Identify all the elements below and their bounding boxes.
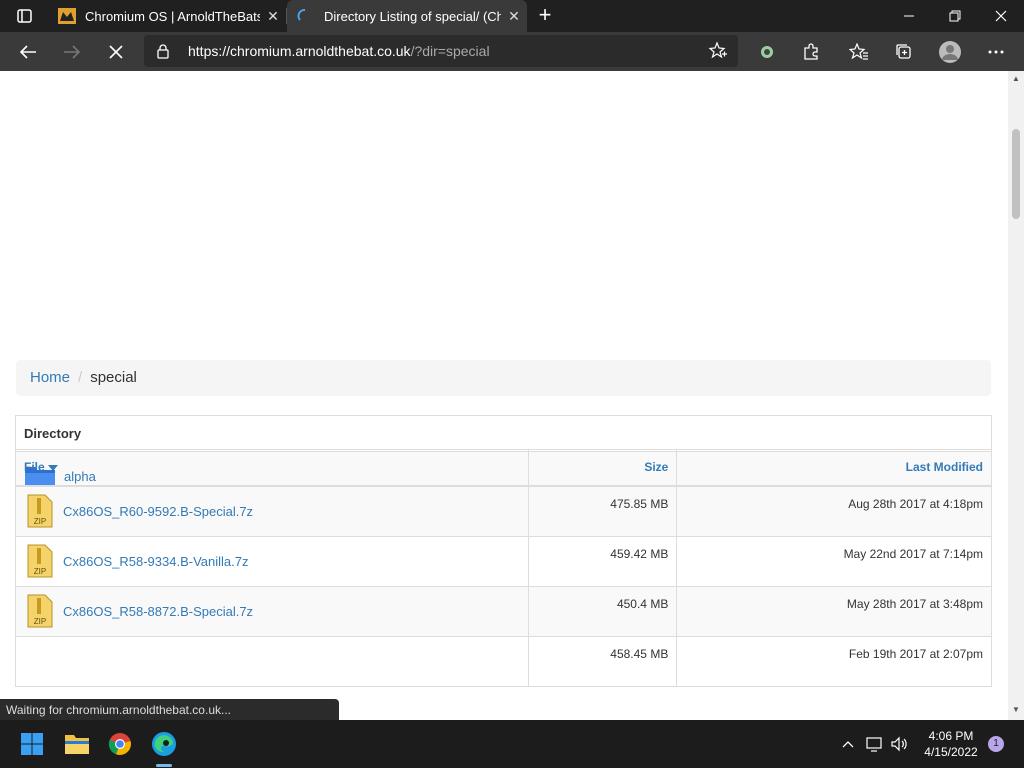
file-size: 475.85 MB (528, 485, 678, 537)
tab-close-icon[interactable]: ✕ (260, 8, 286, 25)
file-link[interactable]: Cx86OS_R58-9334.B-Vanilla.7z (63, 554, 248, 569)
more-menu-icon[interactable] (983, 39, 1009, 65)
chrome-icon[interactable] (104, 728, 136, 760)
table-row[interactable]: ZIP Cx86OS_R60-9592.B-Special.7z 475.85 M… (14, 485, 992, 537)
file-modified: Aug 28th 2017 at 4:18pm (676, 485, 992, 537)
sort-desc-icon[interactable] (48, 460, 59, 474)
edge-icon[interactable] (148, 728, 180, 760)
clock-date: 4/15/2022 (924, 745, 978, 759)
scroll-up-icon[interactable]: ▲ (1012, 75, 1020, 83)
table-row[interactable]: ZIP Cx86OS_R58-8872.B-Special.7z 450.4 MB… (14, 585, 992, 637)
tab-chromium-os[interactable]: Chromium OS | ArnoldTheBats W ✕ (48, 0, 286, 32)
scroll-thumb[interactable] (1012, 129, 1020, 219)
forward-arrow-icon[interactable] (59, 39, 85, 65)
url-text[interactable]: https://chromium.arnoldthebat.co.uk/?dir… (188, 43, 490, 59)
stop-loading-icon[interactable] (103, 39, 129, 65)
extensions-puzzle-icon[interactable] (798, 39, 824, 65)
system-clock[interactable]: 4:06 PM 4/15/2022 (918, 728, 984, 760)
file-modified: Feb 19th 2017 at 2:07pm (676, 635, 992, 687)
tab-close-icon[interactable]: ✕ (501, 8, 527, 25)
table-row[interactable]: ZIP Cx86OS_R58-9334.B-Vanilla.7z 459.42 M… (14, 535, 992, 587)
breadcrumb: Home / special (16, 360, 991, 396)
zip-file-icon[interactable]: ZIP (27, 544, 53, 578)
file-link[interactable]: Cx86OS_R60-9592.B-Special.7z (63, 504, 253, 519)
browser-toolbar: https://chromium.arnoldthebat.co.uk/?dir… (0, 32, 1024, 71)
svg-text:ZIP: ZIP (34, 617, 46, 626)
file-size: 459.42 MB (528, 535, 678, 587)
new-tab-button[interactable]: + (532, 2, 558, 28)
breadcrumb-current: special (90, 369, 137, 386)
tab-directory-listing[interactable]: Directory Listing of special/ (Chro ✕ (287, 0, 527, 32)
start-windows-icon[interactable] (16, 728, 48, 760)
file-modified: May 22nd 2017 at 7:14pm (676, 535, 992, 587)
bat-favicon-icon (58, 8, 76, 24)
file-table: File Size Last Modified ZIP Cx86OS_R60-95… (14, 449, 992, 687)
tab-title: Directory Listing of special/ (Chro (324, 8, 501, 24)
svg-text:ZIP: ZIP (34, 567, 46, 576)
profile-avatar[interactable] (937, 39, 963, 65)
breadcrumb-separator: / (78, 369, 83, 386)
file-link[interactable]: Cx86OS_R58-8872.B-Special.7z (63, 604, 253, 619)
extension-icon[interactable] (754, 39, 780, 65)
active-app-indicator (156, 764, 172, 767)
file-modified: May 28th 2017 at 3:48pm (676, 585, 992, 637)
table-row[interactable]: 458.45 MB Feb 19th 2017 at 2:07pm (14, 635, 992, 687)
directory-heading: Directory (16, 416, 991, 452)
file-size: 458.45 MB (528, 635, 678, 687)
clock-time: 4:06 PM (928, 729, 974, 743)
size-column-header[interactable]: Size (528, 449, 678, 487)
modified-column-header[interactable]: Last Modified (676, 449, 992, 487)
file-size: 450.4 MB (528, 585, 678, 637)
notification-badge[interactable]: 1 (988, 736, 1004, 752)
favorites-icon[interactable] (846, 39, 872, 65)
tab-title: Chromium OS | ArnoldTheBats W (85, 8, 260, 24)
svg-text:ZIP: ZIP (34, 517, 46, 526)
scroll-down-icon[interactable]: ▼ (1012, 706, 1020, 714)
lock-icon[interactable] (156, 43, 170, 64)
minimize-button[interactable] (886, 0, 932, 32)
show-hidden-icons-chevron-icon[interactable] (838, 734, 858, 754)
back-arrow-icon[interactable] (15, 39, 41, 65)
zip-file-icon[interactable]: ZIP (27, 494, 53, 528)
loading-spinner-icon (297, 8, 315, 24)
tab-actions-icon[interactable] (8, 4, 40, 28)
zip-file-icon[interactable]: ZIP (27, 594, 53, 628)
address-bar[interactable]: https://chromium.arnoldthebat.co.uk/?dir… (144, 35, 738, 67)
volume-icon[interactable] (890, 734, 910, 754)
file-explorer-icon[interactable] (61, 728, 93, 760)
collections-icon[interactable] (891, 39, 917, 65)
breadcrumb-home-link[interactable]: Home (30, 369, 70, 386)
status-bubble: Waiting for chromium.arnoldthebat.co.uk.… (0, 699, 339, 720)
tab-strip: Chromium OS | ArnoldTheBats W ✕ Director… (0, 0, 1024, 32)
restore-button[interactable] (932, 0, 978, 32)
window-close-button[interactable] (978, 0, 1024, 32)
taskbar: 4:06 PM 4/15/2022 1 (0, 720, 1024, 768)
network-icon[interactable] (865, 734, 885, 754)
file-column-header[interactable]: File (14, 449, 530, 487)
page-scrollbar[interactable]: ▲ ▼ (1008, 71, 1024, 720)
add-favorite-icon[interactable] (708, 41, 728, 66)
